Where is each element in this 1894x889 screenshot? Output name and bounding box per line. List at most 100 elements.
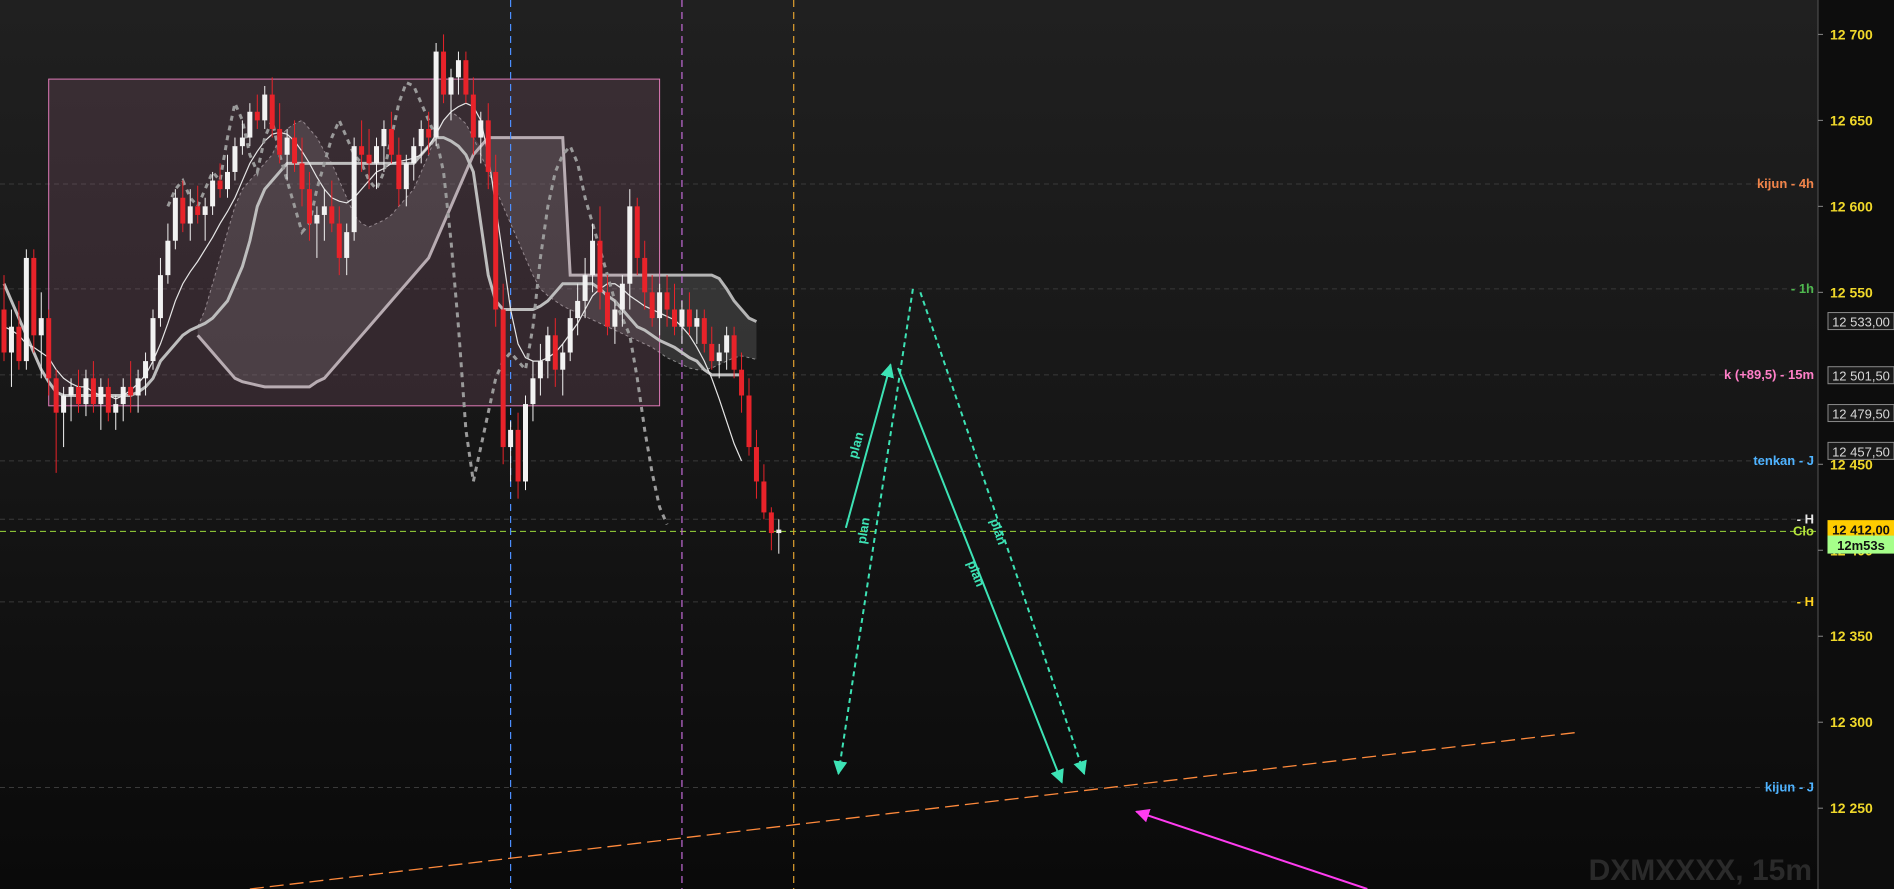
candle-body [329,206,335,224]
candle-body [321,206,327,215]
candle-body [716,352,722,362]
candle-body [649,292,655,319]
candle-body [8,326,14,353]
candle-body [269,94,275,129]
candle [351,137,357,241]
candle-body [239,137,245,147]
candle-body [150,318,156,362]
tick-label: 12 650 [1830,112,1873,128]
candle-body [701,318,707,344]
candle-body [672,309,677,327]
candle-body [374,146,379,164]
candle-body [61,395,67,413]
candle [776,519,782,554]
candle-body [642,257,648,293]
price-tag-label: 12 412,00 [1832,523,1890,538]
range-box-layer [48,78,661,407]
candle-body [165,240,171,276]
candle-body [753,447,759,482]
plan-label: plan [964,558,988,588]
candle-body [515,429,521,482]
candle-body [180,197,186,224]
symbol-watermark: DXMXXXX, 15m [1589,854,1812,887]
candle-body [612,309,618,327]
candle-body [113,404,119,413]
tick-label: 12 300 [1830,714,1873,730]
level-label: kijun - J [1765,780,1814,795]
candle-body [694,318,700,327]
candle-body [500,309,506,448]
candle-body [523,404,528,482]
candle [515,412,521,499]
candle-body [381,128,387,147]
candle-body [366,154,372,164]
candle-body [306,189,312,224]
candle-body [470,94,476,138]
candle [61,386,67,448]
candle [172,189,178,250]
candle-body [441,51,447,95]
candle-body [299,163,305,190]
chart-area[interactable]: plan plan plan plan kijun - 4h - 1h k (+89,5)… [0,0,1894,889]
candle-body [105,386,111,413]
candle-body [344,232,350,258]
price-tag-label: 12 501,50 [1832,369,1890,384]
candle-body [597,240,603,293]
candle-body [679,309,685,327]
candle-body [53,378,59,413]
candle [493,154,499,327]
candle-body [604,292,610,327]
candle-body [135,378,141,396]
candle-body [76,386,81,405]
candle-body [195,206,201,215]
candle-body [16,326,22,362]
tick-label: 12 550 [1830,284,1873,300]
candle [739,352,745,413]
candle-body [210,180,216,207]
candle [746,378,752,456]
candle [441,34,447,104]
candle-body [463,60,469,95]
candle-body [739,369,745,396]
price-axis[interactable]: 12 70012 65012 60012 55012 45012 40012 3… [1817,0,1894,889]
magenta-arrow [1135,808,1368,889]
candle-body [83,378,89,405]
candle-body [143,361,149,379]
candle-body [619,283,625,310]
candle-body [157,275,163,319]
candle-body [664,292,670,310]
candle-body [590,240,596,276]
candle-body [560,352,566,370]
candle-body [68,386,74,396]
candle-body [411,146,417,164]
candle-body [172,197,178,241]
level-label: tenkan - J [1753,453,1814,468]
candle-body [217,180,223,190]
candle [761,464,767,520]
tick-label: 12 350 [1830,628,1873,644]
candle [508,421,514,482]
candle-body [567,318,573,353]
candle-body [336,223,342,258]
candle [523,395,528,491]
candle-body [98,386,104,405]
candle-body [582,275,588,301]
candle-body [247,111,253,138]
plan-label: plan [845,430,867,460]
candle-body [768,512,774,534]
price-tag-label: 12 457,50 [1832,444,1890,459]
candle-body [38,318,44,336]
candle-body [292,137,298,164]
candle-body [403,163,409,190]
price-chart[interactable]: planplanplan plan kijun - 4h- 1hk (+89,5)… [0,0,1894,889]
candle-body [418,128,424,147]
candle-body [575,300,581,319]
candle-body [1,309,7,353]
tick-label: 12 250 [1830,800,1873,816]
candle-body [284,137,290,155]
plan-label: plan [854,516,873,545]
candle-body [485,120,491,172]
candle-body [277,128,283,155]
candle-body [359,146,365,155]
candle [53,369,59,473]
